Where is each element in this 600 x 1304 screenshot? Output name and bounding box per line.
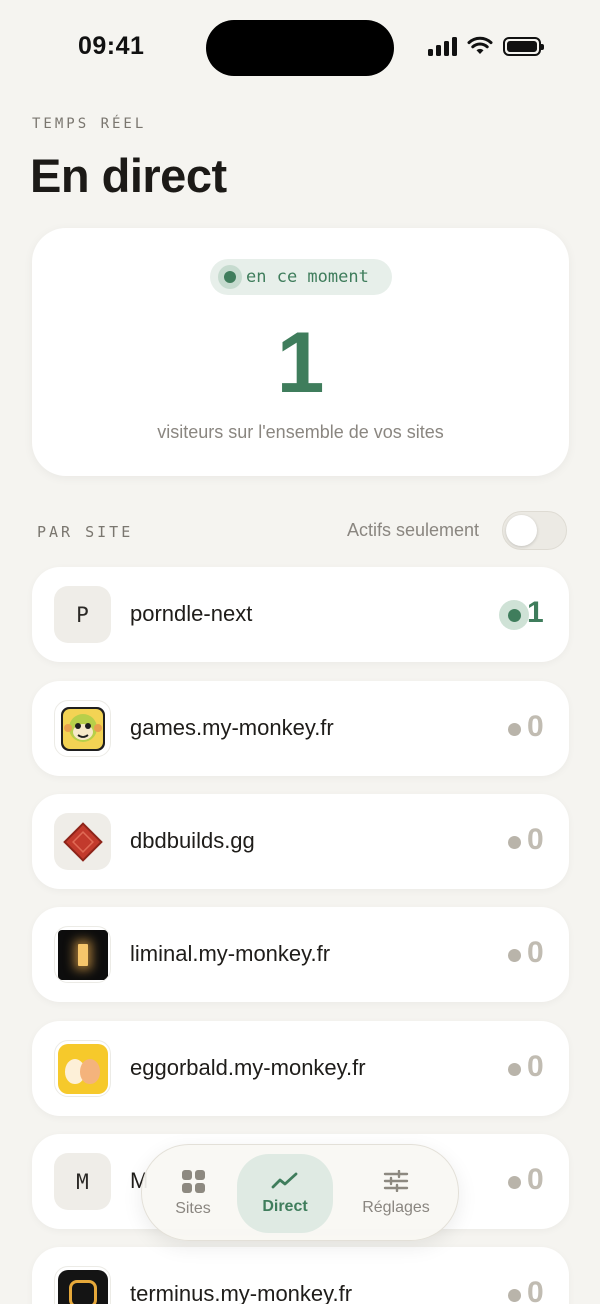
live-dot-icon bbox=[218, 265, 242, 289]
dynamic-island bbox=[206, 20, 394, 76]
site-avatar-letter: P bbox=[54, 586, 111, 643]
active-only-label: Actifs seulement bbox=[347, 520, 480, 540]
page-title: En direct bbox=[30, 149, 227, 202]
site-name: dbdbuilds.gg bbox=[130, 828, 255, 853]
tab-direct[interactable]: Direct bbox=[237, 1154, 333, 1233]
site-status-dot-icon bbox=[499, 940, 529, 970]
site-status-dot-icon bbox=[499, 600, 529, 630]
cellular-signal-icon bbox=[428, 36, 457, 56]
site-name: terminus.my-monkey.fr bbox=[130, 1281, 353, 1304]
section-label-per-site: PAR SITE bbox=[37, 523, 134, 541]
site-status-dot-icon bbox=[499, 1280, 529, 1304]
active-only-toggle[interactable] bbox=[502, 511, 567, 550]
site-name: eggorbald.my-monkey.fr bbox=[130, 1055, 366, 1080]
site-row[interactable]: liminal.my-monkey.fr 0 bbox=[32, 907, 569, 1002]
wifi-icon bbox=[467, 36, 493, 54]
sliders-icon bbox=[383, 1170, 409, 1192]
screen: 09:41 TEMPS RÉEL En direct en ce moment … bbox=[0, 0, 600, 1304]
site-name: porndle-next bbox=[130, 601, 253, 626]
tab-sites[interactable]: Sites bbox=[154, 1154, 232, 1233]
site-name: liminal.my-monkey.fr bbox=[130, 941, 331, 966]
site-row[interactable]: terminus.my-monkey.fr 0 bbox=[32, 1247, 569, 1304]
grid-icon bbox=[181, 1169, 205, 1193]
tab-label: Sites bbox=[175, 1199, 211, 1217]
visitor-count-caption: visiteurs sur l'ensemble de vos sites bbox=[157, 422, 444, 442]
site-row[interactable]: eggorbald.my-monkey.fr 0 bbox=[32, 1021, 569, 1116]
site-status-dot-icon bbox=[499, 714, 529, 744]
total-visitor-count: 1 bbox=[276, 315, 325, 411]
site-visitor-count: 0 bbox=[527, 936, 544, 969]
battery-icon bbox=[503, 36, 544, 56]
site-name: games.my-monkey.fr bbox=[130, 715, 334, 740]
live-visitors-card: en ce moment 1 visiteurs sur l'ensemble … bbox=[32, 228, 569, 476]
site-visitor-count: 0 bbox=[527, 710, 544, 743]
status-icons bbox=[428, 36, 544, 56]
site-row[interactable]: dbdbuilds.gg 0 bbox=[32, 794, 569, 889]
site-row[interactable]: games.my-monkey.fr 0 bbox=[32, 681, 569, 776]
site-status-dot-icon bbox=[499, 827, 529, 857]
site-status-dot-icon bbox=[499, 1167, 529, 1197]
site-visitor-count: 0 bbox=[527, 823, 544, 856]
tab-label: Direct bbox=[262, 1198, 308, 1215]
eggs-icon bbox=[54, 1040, 111, 1097]
tab-reglages[interactable]: Réglages bbox=[342, 1154, 450, 1233]
site-visitor-count: 1 bbox=[527, 596, 544, 629]
toggle-knob bbox=[506, 515, 537, 546]
status-time: 09:41 bbox=[78, 32, 145, 60]
tab-label: Réglages bbox=[362, 1199, 430, 1216]
monkey-icon bbox=[54, 700, 111, 757]
dark-doorway-icon bbox=[54, 926, 111, 983]
red-diamond-icon bbox=[54, 813, 111, 870]
trend-line-icon bbox=[271, 1172, 298, 1189]
tab-bar: Sites Direct Réglages bbox=[141, 1144, 459, 1241]
page-eyebrow: TEMPS RÉEL bbox=[32, 116, 147, 132]
site-row[interactable]: P porndle-next 1 bbox=[32, 567, 569, 662]
live-now-pill: en ce moment bbox=[210, 259, 392, 295]
site-avatar-letter: M bbox=[54, 1153, 111, 1210]
site-visitor-count: 0 bbox=[527, 1163, 544, 1196]
terminus-icon bbox=[54, 1266, 111, 1304]
site-visitor-count: 0 bbox=[527, 1276, 544, 1304]
site-status-dot-icon bbox=[499, 1054, 529, 1084]
site-visitor-count: 0 bbox=[527, 1050, 544, 1083]
live-now-label: en ce moment bbox=[246, 267, 369, 287]
